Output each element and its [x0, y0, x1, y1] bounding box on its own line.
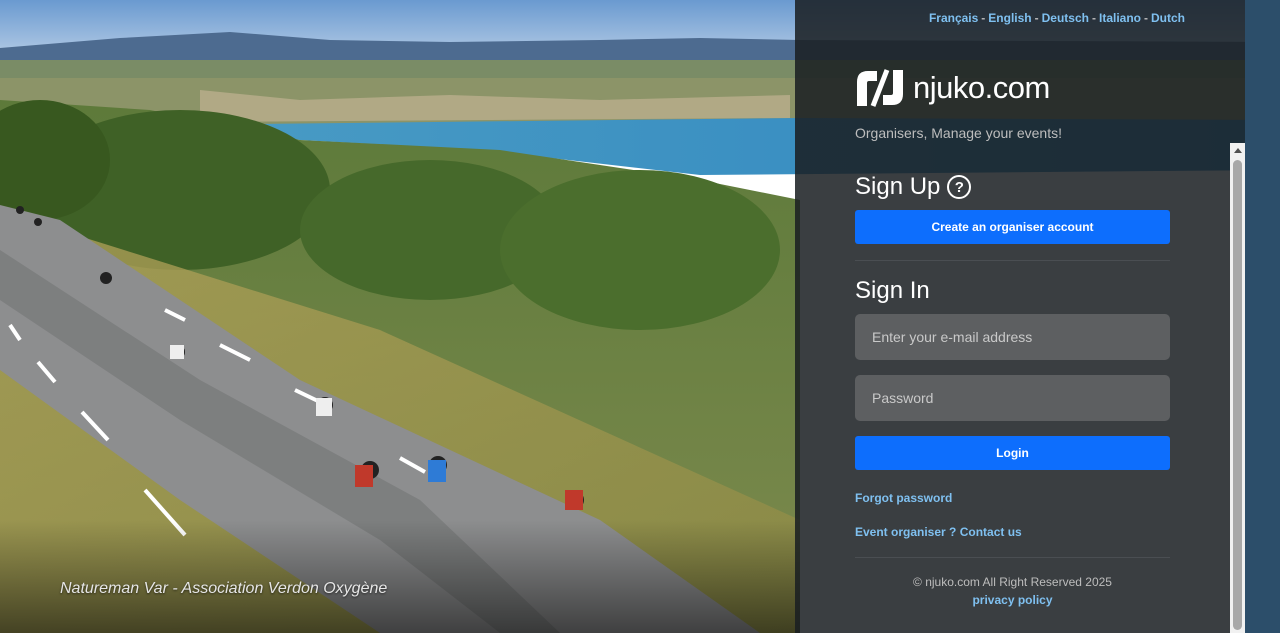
lang-separator: -	[1034, 11, 1039, 25]
login-panel: Français - English - Deutsch - Italiano - Dutch …	[795, 0, 1245, 633]
lang-separator: -	[981, 11, 986, 25]
lang-link-francais[interactable]: Français	[929, 11, 978, 25]
login-button[interactable]: Login	[855, 436, 1170, 470]
scroll-up-arrow-icon[interactable]	[1230, 143, 1245, 157]
language-switcher: Français - English - Deutsch - Italiano - Dutch	[929, 11, 1185, 25]
njuko-logo-icon	[857, 69, 903, 107]
divider	[855, 557, 1170, 558]
tagline: Organisers, Manage your events!	[855, 125, 1062, 141]
lang-link-deutsch[interactable]: Deutsch	[1042, 11, 1089, 25]
lang-separator: -	[1091, 11, 1096, 25]
lang-link-english[interactable]: English	[988, 11, 1031, 25]
signin-heading: Sign In	[855, 277, 930, 304]
page: Natureman Var - Association Verdon Oxygè…	[0, 0, 1280, 633]
forgot-password-link[interactable]: Forgot password	[855, 491, 952, 505]
lang-link-dutch[interactable]: Dutch	[1151, 11, 1185, 25]
contact-us-link[interactable]: Event organiser ? Contact us	[855, 525, 1022, 539]
brand-name: njuko.com	[913, 70, 1050, 105]
email-input[interactable]	[855, 314, 1170, 360]
divider	[855, 260, 1170, 261]
password-input[interactable]	[855, 375, 1170, 421]
create-account-button[interactable]: Create an organiser account	[855, 210, 1170, 244]
photo-caption: Natureman Var - Association Verdon Oxygè…	[60, 580, 388, 597]
question-circle-icon[interactable]: ?	[947, 175, 972, 199]
privacy-policy-link[interactable]: privacy policy	[855, 593, 1170, 607]
brand-logo[interactable]: njuko.com	[855, 68, 1050, 108]
scrollbar[interactable]	[1230, 143, 1245, 633]
lang-separator: -	[1144, 11, 1148, 25]
lang-link-italiano[interactable]: Italiano	[1099, 11, 1141, 25]
scroll-thumb[interactable]	[1233, 160, 1242, 630]
signup-title: Sign Up	[855, 173, 941, 200]
signup-heading: Sign Up ?	[855, 173, 972, 201]
copyright-text: © njuko.com All Right Reserved 2025	[913, 575, 1112, 589]
